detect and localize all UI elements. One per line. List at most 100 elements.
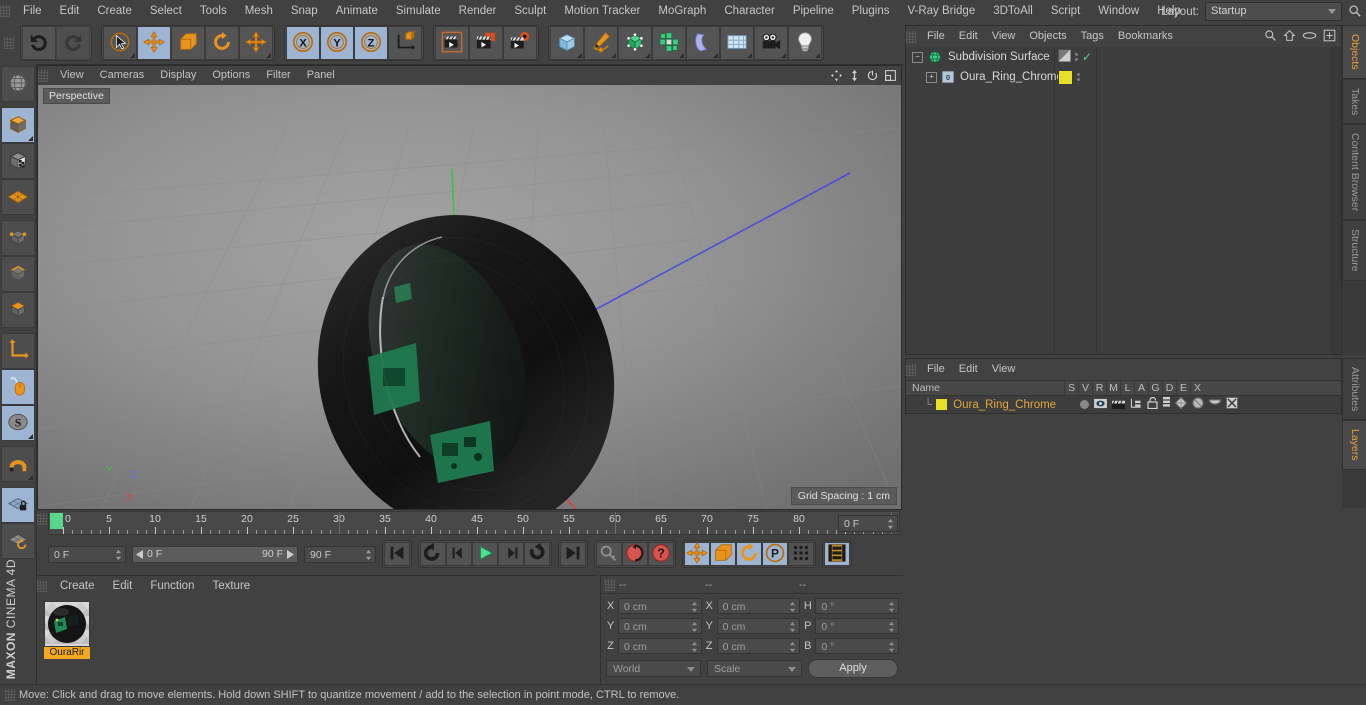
render-to-picture-viewer-button[interactable] xyxy=(469,26,503,60)
layer-column-m[interactable]: M xyxy=(1106,381,1120,395)
point-level-animation-button[interactable] xyxy=(788,542,814,566)
layer-column-s[interactable]: S xyxy=(1064,381,1078,395)
edit-render-settings-button[interactable] xyxy=(503,26,537,60)
previous-frame-button[interactable] xyxy=(446,542,472,566)
add-camera-button[interactable] xyxy=(754,26,788,60)
model-mode-button[interactable] xyxy=(1,107,35,143)
layout-dropdown[interactable]: Startup xyxy=(1205,2,1342,21)
viewport-menu-panel[interactable]: Panel xyxy=(299,66,343,85)
layer-render-icon[interactable] xyxy=(1112,398,1125,412)
axis-mode-button[interactable] xyxy=(1,333,35,369)
timeline-range-bar[interactable]: 0 F 90 F xyxy=(132,545,298,563)
layer-menu-view[interactable]: View xyxy=(985,359,1023,380)
move-tool[interactable] xyxy=(137,26,171,60)
autokey-button[interactable] xyxy=(596,542,622,566)
menu-grip-handle[interactable] xyxy=(0,5,10,17)
object-tree-row[interactable]: +0 Oura_Ring_Chrome xyxy=(906,67,1341,87)
viewport-menu-cameras[interactable]: Cameras xyxy=(92,66,153,85)
coordinates-grip-handle[interactable] xyxy=(605,578,615,591)
spinner-icon[interactable] xyxy=(888,641,895,653)
workplane-lock-button[interactable] xyxy=(1,487,35,523)
range-right-arrow-icon[interactable] xyxy=(286,549,294,559)
right-tab-content-browser[interactable]: Content Browser xyxy=(1342,124,1366,221)
menu-item-simulate[interactable]: Simulate xyxy=(387,0,450,22)
layer-solo-icon[interactable] xyxy=(1080,400,1090,409)
object-tree-scrollbar[interactable] xyxy=(1331,47,1341,354)
search-icon[interactable] xyxy=(1264,29,1277,42)
spinner-icon[interactable] xyxy=(789,601,796,613)
viewport-menu-options[interactable]: Options xyxy=(204,66,258,85)
enable-axis-button[interactable] xyxy=(1,369,35,405)
animation-mode-button[interactable] xyxy=(824,542,850,566)
tool-expand-corner[interactable] xyxy=(679,53,684,58)
pan-icon[interactable] xyxy=(830,69,843,82)
coord-size-field[interactable]: 0 cm xyxy=(716,618,801,634)
layer-color-swatch[interactable] xyxy=(935,398,949,411)
viewport-menu-view[interactable]: View xyxy=(52,66,92,85)
object-menu-tags[interactable]: Tags xyxy=(1074,26,1111,47)
spinner-icon[interactable] xyxy=(691,601,698,613)
layer-color-tag[interactable] xyxy=(1058,69,1073,85)
dolly-icon[interactable] xyxy=(848,69,861,82)
lock-z-axis[interactable]: Z xyxy=(354,26,388,60)
play-forward-button[interactable] xyxy=(472,542,498,566)
render-view-button[interactable] xyxy=(435,26,469,60)
menu-item-v-ray-bridge[interactable]: V-Ray Bridge xyxy=(898,0,984,22)
coord-rotation-field[interactable]: 0 ° xyxy=(815,618,900,634)
tool-expand-corner[interactable] xyxy=(645,53,650,58)
layer-column-x[interactable]: X xyxy=(1190,381,1204,395)
layer-menu-file[interactable]: File xyxy=(920,359,952,380)
redo-button[interactable] xyxy=(56,26,90,60)
snap-button[interactable] xyxy=(1,446,35,482)
display-tag-icon[interactable] xyxy=(1058,49,1071,65)
live-selection-tool[interactable] xyxy=(103,26,137,60)
timeline-grip-handle[interactable] xyxy=(37,513,47,525)
spinner-icon[interactable] xyxy=(365,549,372,561)
undo-button[interactable] xyxy=(22,26,56,60)
tool-expand-corner[interactable] xyxy=(266,53,271,58)
transform-tool[interactable] xyxy=(239,26,273,60)
coord-rotation-field[interactable]: 0 ° xyxy=(815,598,900,614)
add-deformer-button[interactable] xyxy=(686,26,720,60)
go-to-start-button[interactable] xyxy=(384,542,410,566)
material-grip-handle[interactable] xyxy=(37,579,47,592)
layer-deformers-icon[interactable] xyxy=(1192,397,1204,412)
viewport-camera-label[interactable]: Perspective xyxy=(43,88,110,104)
keyframe-selection-button[interactable]: ? xyxy=(648,542,674,566)
layer-column-g[interactable]: G xyxy=(1148,381,1162,395)
home-icon[interactable] xyxy=(1283,29,1296,42)
menu-item-window[interactable]: Window xyxy=(1089,0,1148,22)
layer-column-v[interactable]: V xyxy=(1078,381,1092,395)
menu-item-animate[interactable]: Animate xyxy=(327,0,387,22)
right-tab-takes[interactable]: Takes xyxy=(1342,78,1366,125)
layer-column-d[interactable]: D xyxy=(1162,381,1176,395)
menu-item-character[interactable]: Character xyxy=(715,0,784,22)
scale-key-button[interactable] xyxy=(710,542,736,566)
rotate-tool[interactable] xyxy=(205,26,239,60)
spinner-icon[interactable] xyxy=(691,621,698,633)
layer-manager-grip-handle[interactable] xyxy=(906,363,916,376)
planar-workplane-button[interactable] xyxy=(1,523,35,559)
current-frame-field-right[interactable]: 0 F xyxy=(838,515,898,532)
menu-item-create[interactable]: Create xyxy=(88,0,141,22)
object-menu-view[interactable]: View xyxy=(985,26,1023,47)
world-object-coordinate-toggle[interactable] xyxy=(388,26,422,60)
polygons-mode-button[interactable] xyxy=(1,292,35,328)
tool-expand-corner[interactable] xyxy=(815,53,820,58)
coord-position-field[interactable]: 0 cm xyxy=(618,618,702,634)
coord-size-field[interactable]: 0 cm xyxy=(716,638,801,654)
menu-item-motion-tracker[interactable]: Motion Tracker xyxy=(555,0,649,22)
preview-end-field[interactable]: 90 F xyxy=(304,545,376,563)
tool-expand-corner[interactable] xyxy=(781,53,786,58)
add-spline-button[interactable] xyxy=(584,26,618,60)
coord-size-field[interactable]: 0 cm xyxy=(716,598,801,614)
material-menu-function[interactable]: Function xyxy=(141,575,203,597)
go-to-end-button[interactable] xyxy=(560,542,586,566)
toolbar-grip-handle[interactable] xyxy=(4,37,14,49)
spinner-icon[interactable] xyxy=(888,601,895,613)
layer-column-r[interactable]: R xyxy=(1092,381,1106,395)
material-menu-create[interactable]: Create xyxy=(51,575,104,597)
spinner-icon[interactable] xyxy=(887,518,894,530)
add-generator-button[interactable] xyxy=(618,26,652,60)
tool-expand-corner[interactable] xyxy=(28,475,33,480)
